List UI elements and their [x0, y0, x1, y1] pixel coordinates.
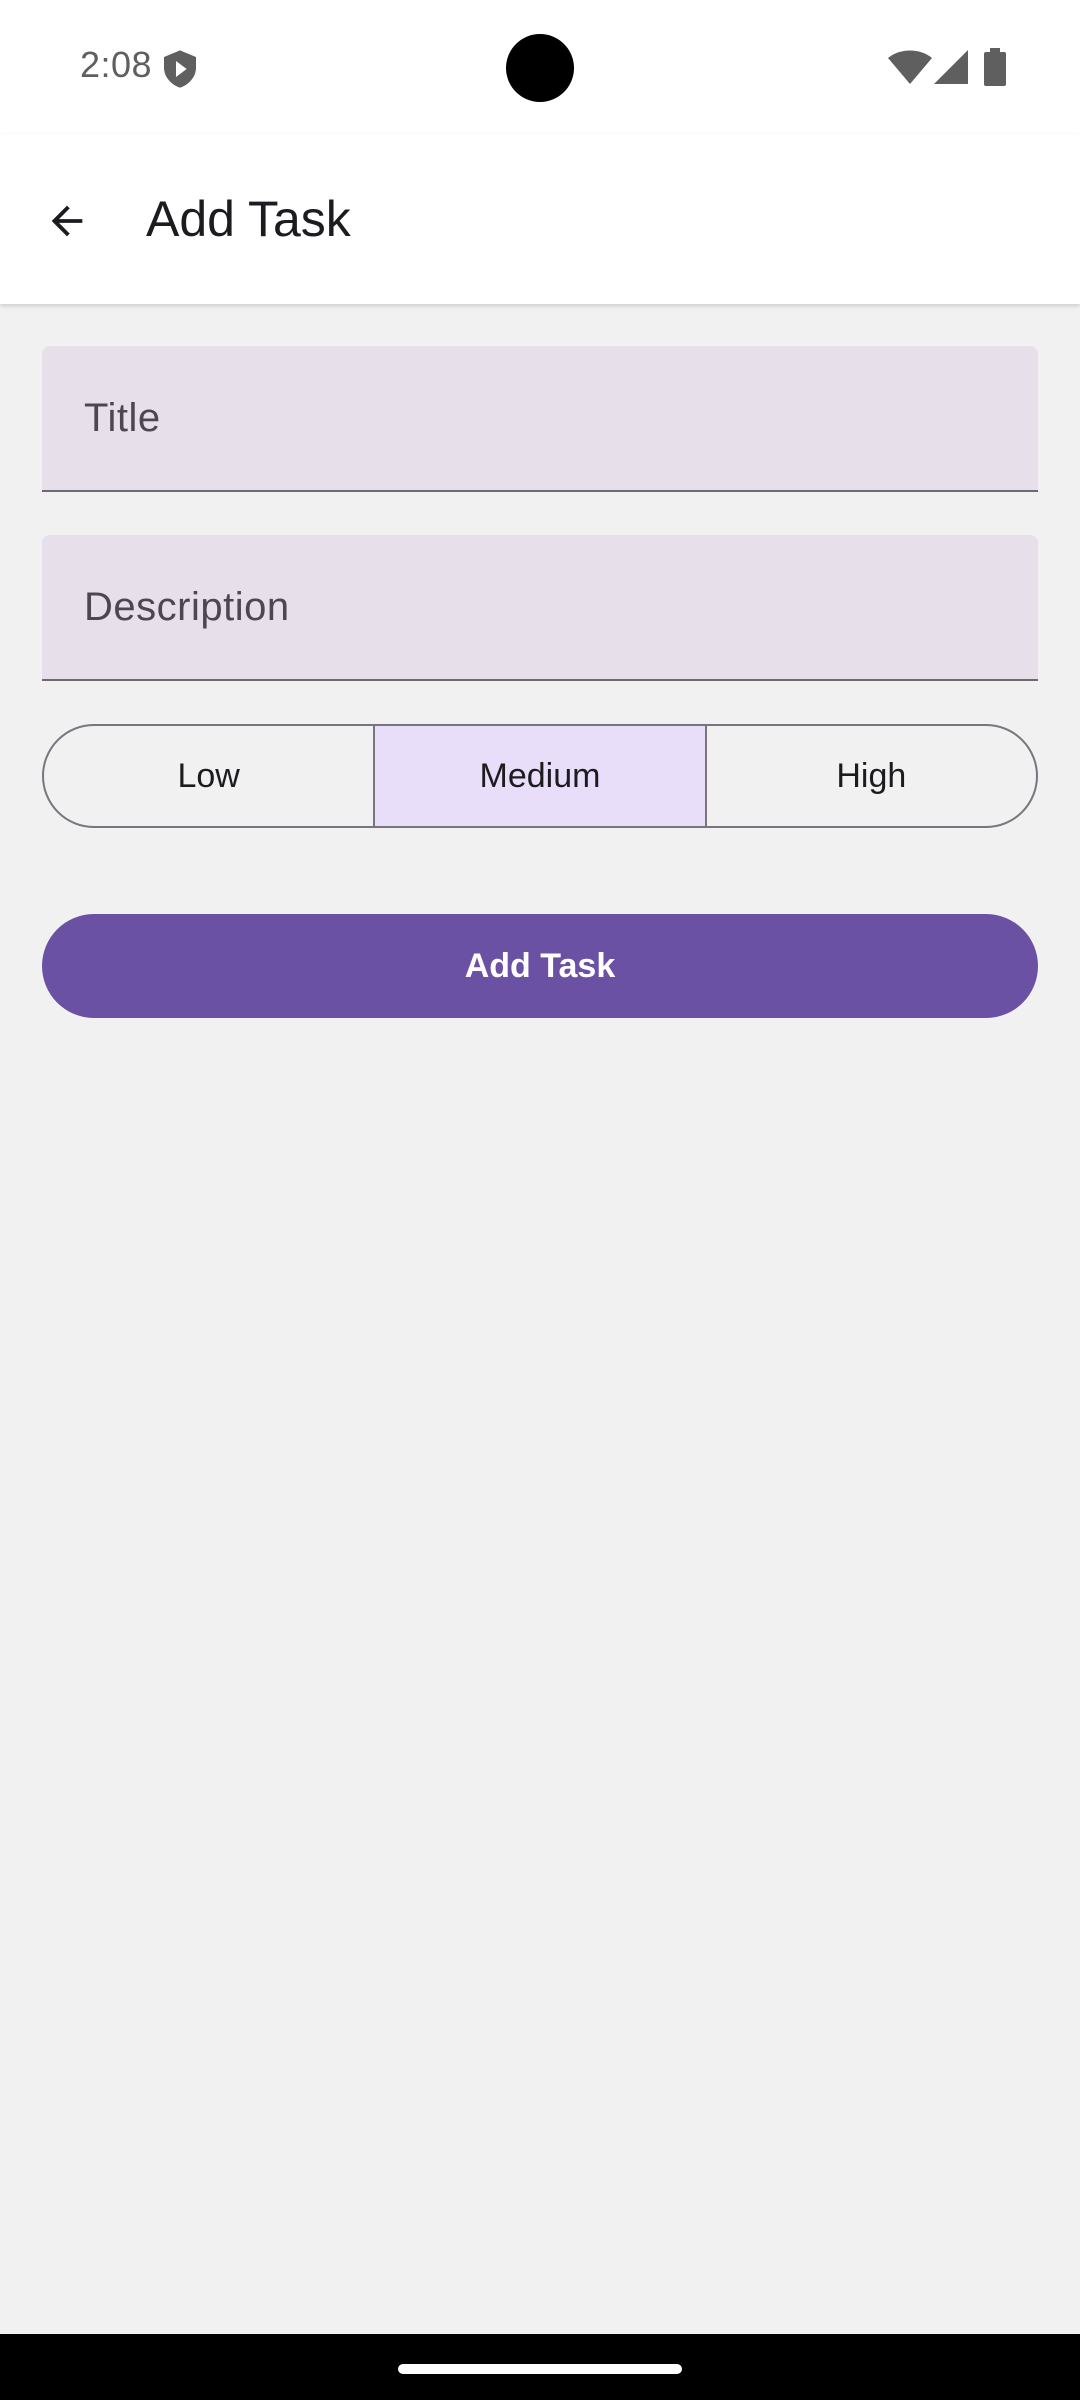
wifi-icon: [888, 50, 932, 84]
shield-icon: [164, 50, 196, 88]
back-button[interactable]: [32, 186, 102, 256]
priority-segmented-control: Low Medium High: [42, 724, 1038, 828]
home-gesture-handle[interactable]: [398, 2364, 682, 2374]
screen: 2:08 Add Task Low: [0, 0, 1080, 2400]
description-field[interactable]: [42, 535, 1038, 681]
title-input[interactable]: [42, 346, 1038, 490]
app-bar: Add Task: [0, 134, 1080, 304]
page-title: Add Task: [146, 191, 351, 247]
status-time: 2:08: [80, 44, 153, 85]
priority-medium-button[interactable]: Medium: [373, 726, 705, 826]
battery-icon: [984, 48, 1006, 86]
signal-icon: [934, 50, 968, 84]
title-field[interactable]: [42, 346, 1038, 492]
priority-high-button[interactable]: High: [704, 726, 1036, 826]
description-input[interactable]: [42, 535, 1038, 679]
status-bar: 2:08: [0, 0, 1080, 134]
priority-low-button[interactable]: Low: [44, 726, 373, 826]
navigation-bar: [0, 2334, 1080, 2400]
arrow-back-icon: [51, 205, 83, 237]
camera-cutout: [506, 34, 574, 102]
add-task-button[interactable]: Add Task: [42, 914, 1038, 1018]
